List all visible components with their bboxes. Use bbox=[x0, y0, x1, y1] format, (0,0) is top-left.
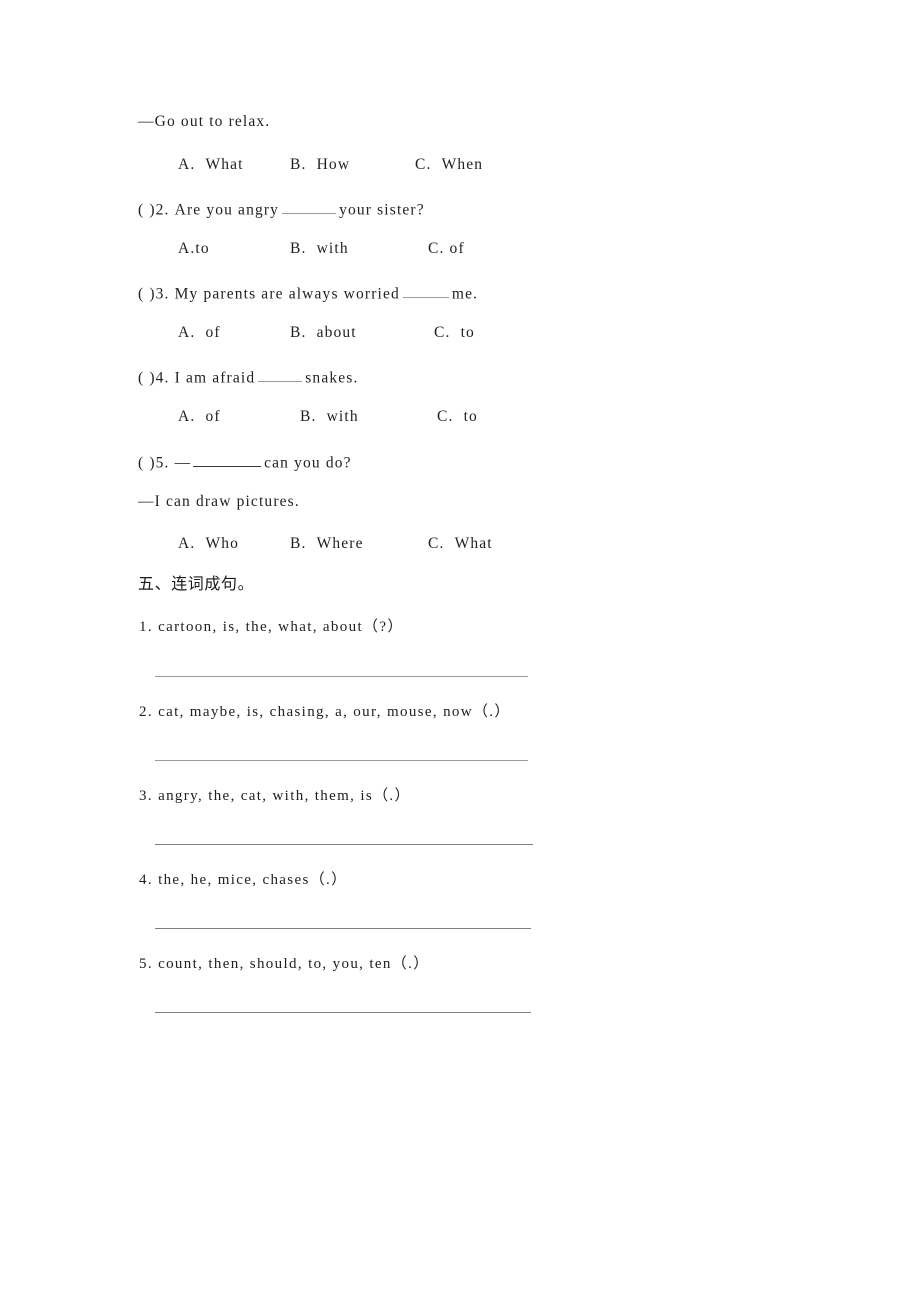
question-2: ( )2. Are you angry your sister? bbox=[138, 199, 425, 218]
word-order-item-2: 2. cat, maybe, is, chasing, a, our, mous… bbox=[139, 705, 511, 720]
q4-option-a[interactable]: A. of bbox=[178, 409, 300, 425]
q2-options-row: A.to B. with C. of bbox=[178, 241, 465, 257]
word-order-item-5: 5. count, then, should, to, you, ten（.） bbox=[139, 957, 430, 972]
q2-blank[interactable] bbox=[282, 199, 337, 215]
item-5-number: 5. bbox=[139, 956, 153, 972]
q3-blank[interactable] bbox=[402, 283, 449, 299]
item-3-number: 3. bbox=[139, 788, 153, 804]
q3-option-b[interactable]: B. about bbox=[290, 325, 434, 341]
q5-option-a[interactable]: A. Who bbox=[178, 536, 290, 552]
q4-blank[interactable] bbox=[258, 367, 303, 383]
answer-rule-1[interactable] bbox=[155, 676, 528, 677]
word-order-item-1: 1. cartoon, is, the, what, about（?） bbox=[139, 620, 404, 635]
q4-options-row: A. of B. with C. to bbox=[178, 409, 478, 425]
answer-rule-4[interactable] bbox=[155, 928, 531, 929]
q5-blank[interactable] bbox=[193, 452, 262, 468]
q3-options-row: A. of B. about C. to bbox=[178, 325, 475, 341]
answer-rule-3[interactable] bbox=[155, 844, 533, 845]
question-5: ( )5. — can you do? bbox=[138, 452, 352, 471]
item-1-number: 1. bbox=[139, 619, 153, 635]
q4-stem-before: I am afraid bbox=[174, 369, 256, 387]
q5-options-row: A. Who B. Where C. What bbox=[178, 536, 493, 552]
q2-option-a[interactable]: A.to bbox=[178, 241, 290, 257]
q1-option-a[interactable]: A. What bbox=[178, 157, 290, 173]
item-2-number: 2. bbox=[139, 704, 153, 720]
section-heading-word-order: 五、连词成句。 bbox=[138, 574, 255, 593]
item-3-words: angry, the, cat, with, them, is（.） bbox=[158, 788, 411, 804]
item-2-words: cat, maybe, is, chasing, a, our, mouse, … bbox=[158, 704, 511, 720]
q3-stem-before: My parents are always worried bbox=[174, 285, 400, 303]
word-order-item-4: 4. the, he, mice, chases（.） bbox=[139, 873, 348, 888]
item-1-words: cartoon, is, the, what, about（?） bbox=[158, 619, 404, 635]
answer-rule-2[interactable] bbox=[155, 760, 528, 761]
q1-answer-line: —Go out to relax. bbox=[138, 113, 271, 130]
answer-rule-5[interactable] bbox=[155, 1012, 531, 1013]
q5-answer-line: —I can draw pictures. bbox=[138, 493, 300, 510]
q1-options-row: A. What B. How C. When bbox=[178, 157, 483, 173]
q5-marker[interactable]: ( )5. bbox=[138, 454, 170, 471]
q3-stem-after: me. bbox=[451, 285, 479, 303]
q2-option-c[interactable]: C. of bbox=[428, 241, 465, 257]
q1-option-c[interactable]: C. When bbox=[415, 157, 483, 173]
q4-marker[interactable]: ( )4. bbox=[138, 369, 170, 386]
q1-option-b[interactable]: B. How bbox=[290, 157, 415, 173]
question-4: ( )4. I am afraid snakes. bbox=[138, 367, 359, 386]
q3-marker[interactable]: ( )3. bbox=[138, 285, 170, 302]
q5-option-b[interactable]: B. Where bbox=[290, 536, 428, 552]
q2-stem-after: your sister? bbox=[339, 201, 425, 219]
q5-option-c[interactable]: C. What bbox=[428, 536, 493, 552]
q5-dash: — bbox=[174, 454, 191, 472]
q4-option-b[interactable]: B. with bbox=[300, 409, 437, 425]
q4-option-c[interactable]: C. to bbox=[437, 409, 478, 425]
q2-option-b[interactable]: B. with bbox=[290, 241, 428, 257]
item-5-words: count, then, should, to, you, ten（.） bbox=[158, 956, 430, 972]
item-4-words: the, he, mice, chases（.） bbox=[158, 872, 348, 888]
q2-marker[interactable]: ( )2. bbox=[138, 201, 170, 218]
q3-option-c[interactable]: C. to bbox=[434, 325, 475, 341]
word-order-item-3: 3. angry, the, cat, with, them, is（.） bbox=[139, 789, 411, 804]
q4-stem-after: snakes. bbox=[305, 369, 359, 387]
q3-option-a[interactable]: A. of bbox=[178, 325, 290, 341]
worksheet-page: —Go out to relax. A. What B. How C. When (… bbox=[0, 0, 920, 1302]
item-4-number: 4. bbox=[139, 872, 153, 888]
q5-stem-after: can you do? bbox=[264, 454, 352, 472]
question-3: ( )3. My parents are always worried me. bbox=[138, 283, 478, 302]
q2-stem-before: Are you angry bbox=[174, 201, 280, 219]
